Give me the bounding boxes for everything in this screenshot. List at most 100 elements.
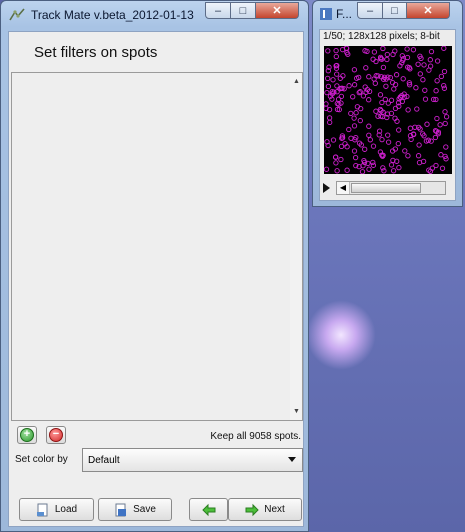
spot-marker xyxy=(434,78,440,84)
add-filter-button[interactable]: + xyxy=(17,426,37,444)
image-stack-controls: ◀ xyxy=(323,180,453,196)
spot-marker xyxy=(388,162,395,168)
back-button[interactable] xyxy=(189,498,228,521)
load-button[interactable]: Load xyxy=(19,498,94,521)
spot-marker xyxy=(370,143,377,149)
spot-marker xyxy=(371,49,378,55)
spot-marker xyxy=(380,165,386,171)
spot-marker xyxy=(390,168,397,174)
minimize-button[interactable]: – xyxy=(205,2,231,19)
spot-marker xyxy=(373,108,379,114)
spot-marker xyxy=(438,152,444,158)
slider-left-icon[interactable]: ◀ xyxy=(337,182,350,194)
spot-marker xyxy=(366,74,372,80)
spot-marker xyxy=(400,76,406,82)
play-icon[interactable] xyxy=(323,183,330,193)
spot-marker xyxy=(396,164,402,171)
spot-marker xyxy=(338,143,345,150)
spot-marker xyxy=(385,132,391,138)
color-by-select[interactable]: Default xyxy=(82,448,303,472)
spot-marker xyxy=(344,167,350,173)
spot-marker xyxy=(370,159,376,166)
spot-marker xyxy=(380,46,386,52)
image-close-button[interactable]: ✕ xyxy=(407,2,450,19)
spot-marker xyxy=(366,132,372,138)
trackmate-titlebar[interactable]: Track Mate v.beta_2012-01-13 xyxy=(9,5,194,25)
slider-thumb[interactable] xyxy=(351,183,421,193)
spot-marker xyxy=(346,83,352,89)
image-window: F... – □ ✕ 1/50; 128x128 pixels; 8-bit ◀ xyxy=(312,0,463,207)
image-window-titlebar[interactable]: F... xyxy=(320,7,352,21)
spot-marker xyxy=(359,169,366,174)
spot-marker xyxy=(325,48,331,54)
spot-marker xyxy=(372,80,378,86)
spot-marker xyxy=(421,62,427,68)
spot-marker xyxy=(384,51,390,58)
spot-marker xyxy=(325,75,331,82)
spot-marker xyxy=(352,154,359,161)
spot-marker xyxy=(363,65,369,71)
spot-marker xyxy=(390,51,396,58)
filter-list-scrollbar[interactable]: ▲ ▼ xyxy=(290,73,302,420)
spot-marker xyxy=(416,142,422,148)
spot-marker xyxy=(443,144,449,150)
next-arrow-icon xyxy=(245,503,259,516)
spot-marker xyxy=(417,71,423,77)
spot-marker xyxy=(330,137,337,143)
spot-marker xyxy=(324,101,329,107)
spot-marker xyxy=(351,123,358,129)
next-button[interactable]: Next xyxy=(228,498,302,521)
desktop-glow xyxy=(306,300,376,370)
spot-marker xyxy=(385,139,392,145)
spot-marker xyxy=(348,135,354,141)
image-minimize-button[interactable]: – xyxy=(357,2,383,19)
spot-marker xyxy=(434,115,440,122)
spot-marker xyxy=(377,92,384,98)
spot-marker xyxy=(426,67,432,73)
spot-marker xyxy=(338,156,344,163)
spot-marker xyxy=(379,136,385,143)
spot-marker xyxy=(441,46,447,51)
filter-list-area[interactable]: ▲ ▼ xyxy=(11,72,303,421)
spot-marker xyxy=(441,68,448,75)
spot-marker xyxy=(334,168,340,174)
spot-marker xyxy=(407,125,414,131)
spot-marker xyxy=(324,166,330,172)
color-by-label: Set color by xyxy=(15,454,68,465)
image-maximize-button[interactable]: □ xyxy=(383,2,407,19)
scroll-up-icon[interactable]: ▲ xyxy=(293,78,300,85)
load-icon xyxy=(36,503,48,516)
spot-marker xyxy=(402,148,408,154)
keep-spots-status: Keep all 9058 spots. xyxy=(210,431,301,442)
spot-marker xyxy=(381,168,387,174)
imagej-icon xyxy=(320,8,332,20)
spot-marker xyxy=(433,162,439,169)
spot-marker xyxy=(337,75,343,81)
image-canvas[interactable] xyxy=(324,46,452,174)
trackmate-title: Track Mate v.beta_2012-01-13 xyxy=(31,8,194,22)
spot-marker xyxy=(442,109,448,115)
image-window-title: F... xyxy=(336,7,353,21)
spot-marker xyxy=(326,115,333,121)
spot-marker xyxy=(427,57,433,63)
app-icon xyxy=(9,8,25,21)
spot-marker xyxy=(333,160,339,166)
remove-filter-button[interactable]: − xyxy=(46,426,66,444)
spot-marker xyxy=(428,48,435,55)
back-arrow-icon xyxy=(201,503,215,516)
spot-marker xyxy=(441,82,447,89)
spot-marker xyxy=(405,153,411,159)
stack-slider[interactable]: ◀ xyxy=(336,181,446,195)
spot-marker xyxy=(393,72,400,78)
close-button[interactable]: ✕ xyxy=(256,2,299,19)
spot-marker xyxy=(366,97,372,103)
image-info: 1/50; 128x128 pixels; 8-bit xyxy=(323,31,440,42)
maximize-button[interactable]: □ xyxy=(231,2,256,19)
spot-marker xyxy=(399,53,405,59)
spot-marker xyxy=(370,56,376,62)
save-button[interactable]: Save xyxy=(98,498,172,521)
spot-marker xyxy=(353,110,359,116)
panel-title: Set filters on spots xyxy=(34,44,158,61)
spot-marker xyxy=(385,100,391,106)
scroll-down-icon[interactable]: ▼ xyxy=(293,408,300,415)
